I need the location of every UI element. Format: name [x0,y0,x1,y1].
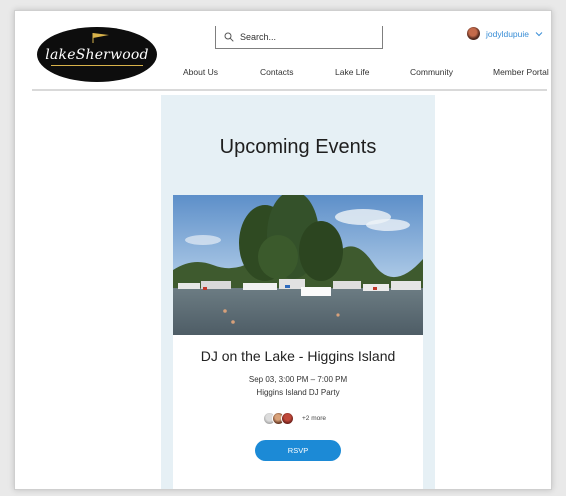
search-input[interactable] [240,32,370,42]
nav-lake-life[interactable]: Lake Life [335,67,370,77]
header-divider [32,89,547,91]
attendee-avatar [281,412,294,425]
rsvp-button[interactable]: RSVP [255,440,341,461]
user-menu[interactable]: jodyldupuie [467,27,543,40]
event-subtitle: Higgins Island DJ Party [256,388,340,397]
events-panel: Upcoming Events DJ on the Lake - Higgins… [161,95,435,489]
avatar[interactable] [467,27,480,40]
nav-community[interactable]: Community [410,67,453,77]
search-box[interactable] [215,26,383,49]
flag-icon [92,33,109,43]
page: lakeSherwood jodyldupuie About Us Contac… [14,10,552,490]
site-logo[interactable]: lakeSherwood [37,27,157,82]
event-date: Sep 03, 3:00 PM – 7:00 PM [248,375,348,384]
search-icon [224,32,234,42]
event-title[interactable]: DJ on the Lake - Higgins Island [173,348,423,364]
logo-rule [51,65,143,66]
event-image[interactable] [173,195,423,335]
user-name[interactable]: jodyldupuie [486,29,529,39]
nav-about-us[interactable]: About Us [183,67,218,77]
event-card[interactable]: DJ on the Lake - Higgins Island Sep 03, … [173,195,423,489]
nav-member-portal[interactable]: Member Portal [493,67,549,77]
chevron-down-icon[interactable] [535,31,543,37]
main-nav: About Us Contacts Lake Life Community Me… [175,67,551,81]
section-title: Upcoming Events [219,136,377,158]
logo-text: lakeSherwood [45,46,149,63]
attendees[interactable]: +2 more [263,412,326,425]
attendees-more[interactable]: +2 more [302,415,326,422]
nav-contacts[interactable]: Contacts [260,67,294,77]
